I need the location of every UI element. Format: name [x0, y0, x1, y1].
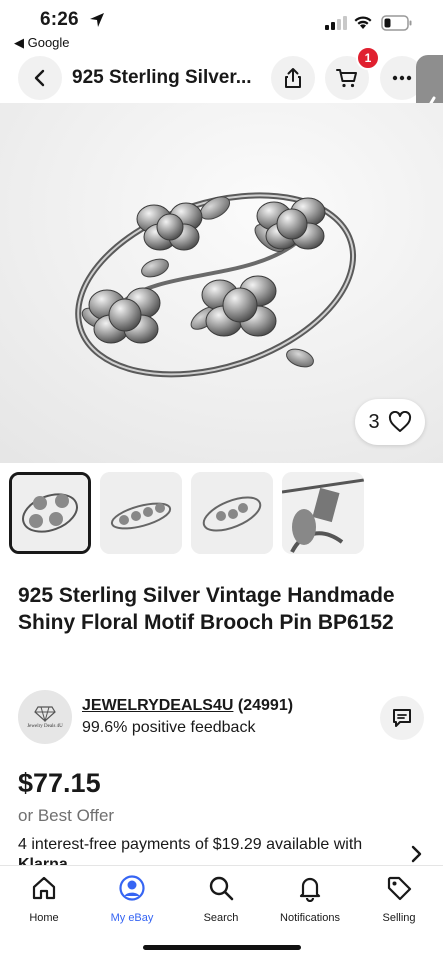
home-icon — [32, 876, 56, 900]
thumbnail-3[interactable] — [191, 472, 273, 554]
tag-icon — [387, 876, 412, 901]
klarna-label: Klarna — [18, 856, 68, 865]
chevron-left-icon — [34, 69, 45, 87]
nav-home-label: Home — [29, 912, 59, 924]
thumbnail-brooch-front — [12, 475, 88, 551]
item-header: 925 Sterling Silver... 1 — [0, 46, 443, 102]
image-thumbnails — [0, 472, 443, 556]
thumbnail-brooch-angle — [191, 472, 273, 554]
chevron-right-icon[interactable] — [408, 845, 424, 863]
nav-my-ebay[interactable]: My eBay — [88, 874, 176, 924]
seller-username[interactable]: JEWELRYDEALS4U — [82, 697, 233, 714]
thumbnail-1[interactable] — [9, 472, 91, 554]
home-indicator — [143, 945, 301, 950]
item-title: 925 Sterling Silver Vintage Handmade Shi… — [18, 584, 395, 634]
share-button[interactable] — [271, 56, 315, 100]
installment-text: 4 interest-free payments of $19.29 avail… — [18, 836, 363, 853]
thumbnail-brooch-side — [100, 472, 182, 554]
status-bar: 6:26 ◀ Google — [0, 0, 443, 56]
installment-info[interactable]: 4 interest-free payments of $19.29 avail… — [18, 835, 398, 865]
seller-feedback: 99.6% positive feedback — [82, 719, 256, 736]
nav-notifications-label: Notifications — [280, 912, 340, 924]
more-dots-icon — [392, 75, 412, 81]
nav-selling-label: Selling — [382, 912, 416, 924]
location-arrow-icon — [90, 13, 104, 27]
best-offer-text: or Best Offer — [18, 806, 115, 825]
thumbnail-2[interactable] — [100, 472, 182, 554]
seller-avatar[interactable]: Jewelry Deals 4U — [18, 690, 72, 744]
thumbnail-4[interactable] — [282, 472, 364, 554]
seller-name-line[interactable]: JEWELRYDEALS4U (24991) — [82, 697, 293, 715]
nav-search-label: Search — [203, 912, 239, 924]
nav-my-ebay-label: My eBay — [110, 912, 154, 924]
back-to-google-link[interactable]: ◀ Google — [14, 35, 70, 51]
seller-avatar-text: Jewelry Deals 4U — [27, 723, 63, 729]
seller-score: (24991) — [237, 697, 294, 714]
nav-selling[interactable]: Selling — [355, 874, 443, 924]
profile-icon — [119, 875, 145, 901]
shopping-cart-icon — [336, 69, 357, 88]
message-icon — [393, 709, 411, 727]
bell-icon — [299, 877, 321, 902]
status-time: 6:26 — [40, 9, 79, 30]
header-title: 925 Sterling Silver... — [72, 67, 252, 88]
cart-count-badge: 1 — [356, 46, 380, 70]
diamond-logo-icon — [34, 705, 56, 722]
contact-seller-button[interactable] — [380, 696, 424, 740]
share-icon — [285, 68, 301, 88]
nav-search[interactable]: Search — [177, 874, 265, 924]
search-icon — [209, 876, 234, 901]
cellular-signal-icon — [325, 16, 347, 30]
nav-home[interactable]: Home — [0, 874, 88, 924]
wifi-icon — [354, 16, 372, 29]
item-price: $77.15 — [18, 768, 101, 798]
battery-icon — [381, 15, 412, 31]
nav-notifications[interactable]: Notifications — [266, 874, 354, 924]
back-button[interactable] — [18, 56, 62, 100]
watch-like-button[interactable]: 3 — [355, 399, 425, 445]
heart-icon — [388, 411, 411, 432]
like-count: 3 — [368, 410, 380, 433]
thumbnail-brooch-clasp — [282, 472, 364, 554]
